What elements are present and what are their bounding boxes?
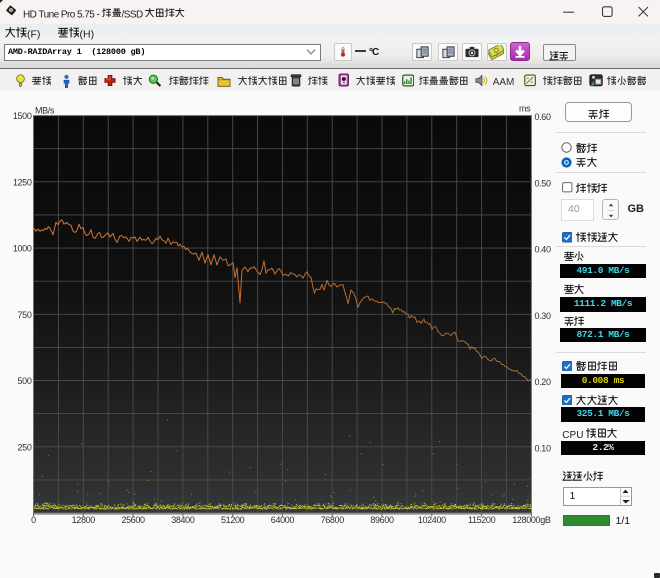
svg-text:1250: 1250 [13,177,32,187]
svg-text:0.10: 0.10 [535,444,551,454]
svg-text:25600: 25600 [121,515,145,525]
svg-text:51200: 51200 [221,515,245,525]
svg-text:12800: 12800 [72,515,96,525]
svg-text:1000: 1000 [13,244,32,254]
svg-text:0.50: 0.50 [535,179,551,189]
svg-text:250: 250 [18,442,32,452]
svg-text:MB/s: MB/s [35,106,55,116]
svg-text:128000gB: 128000gB [512,515,551,525]
svg-text:0.60: 0.60 [535,112,551,122]
svg-text:1500: 1500 [13,111,32,121]
svg-text:64000: 64000 [271,515,295,525]
svg-text:76800: 76800 [321,515,345,525]
svg-text:ms: ms [519,104,531,114]
svg-text:0.30: 0.30 [535,311,551,321]
svg-text:102400: 102400 [418,515,446,525]
svg-text:0: 0 [31,515,36,525]
svg-text:0.20: 0.20 [535,377,551,387]
svg-text:500: 500 [18,376,32,386]
svg-text:750: 750 [18,310,32,320]
svg-text:38400: 38400 [171,515,195,525]
svg-text:0.40: 0.40 [535,245,551,255]
svg-text:115200: 115200 [468,515,496,525]
svg-text:89600: 89600 [370,515,394,525]
